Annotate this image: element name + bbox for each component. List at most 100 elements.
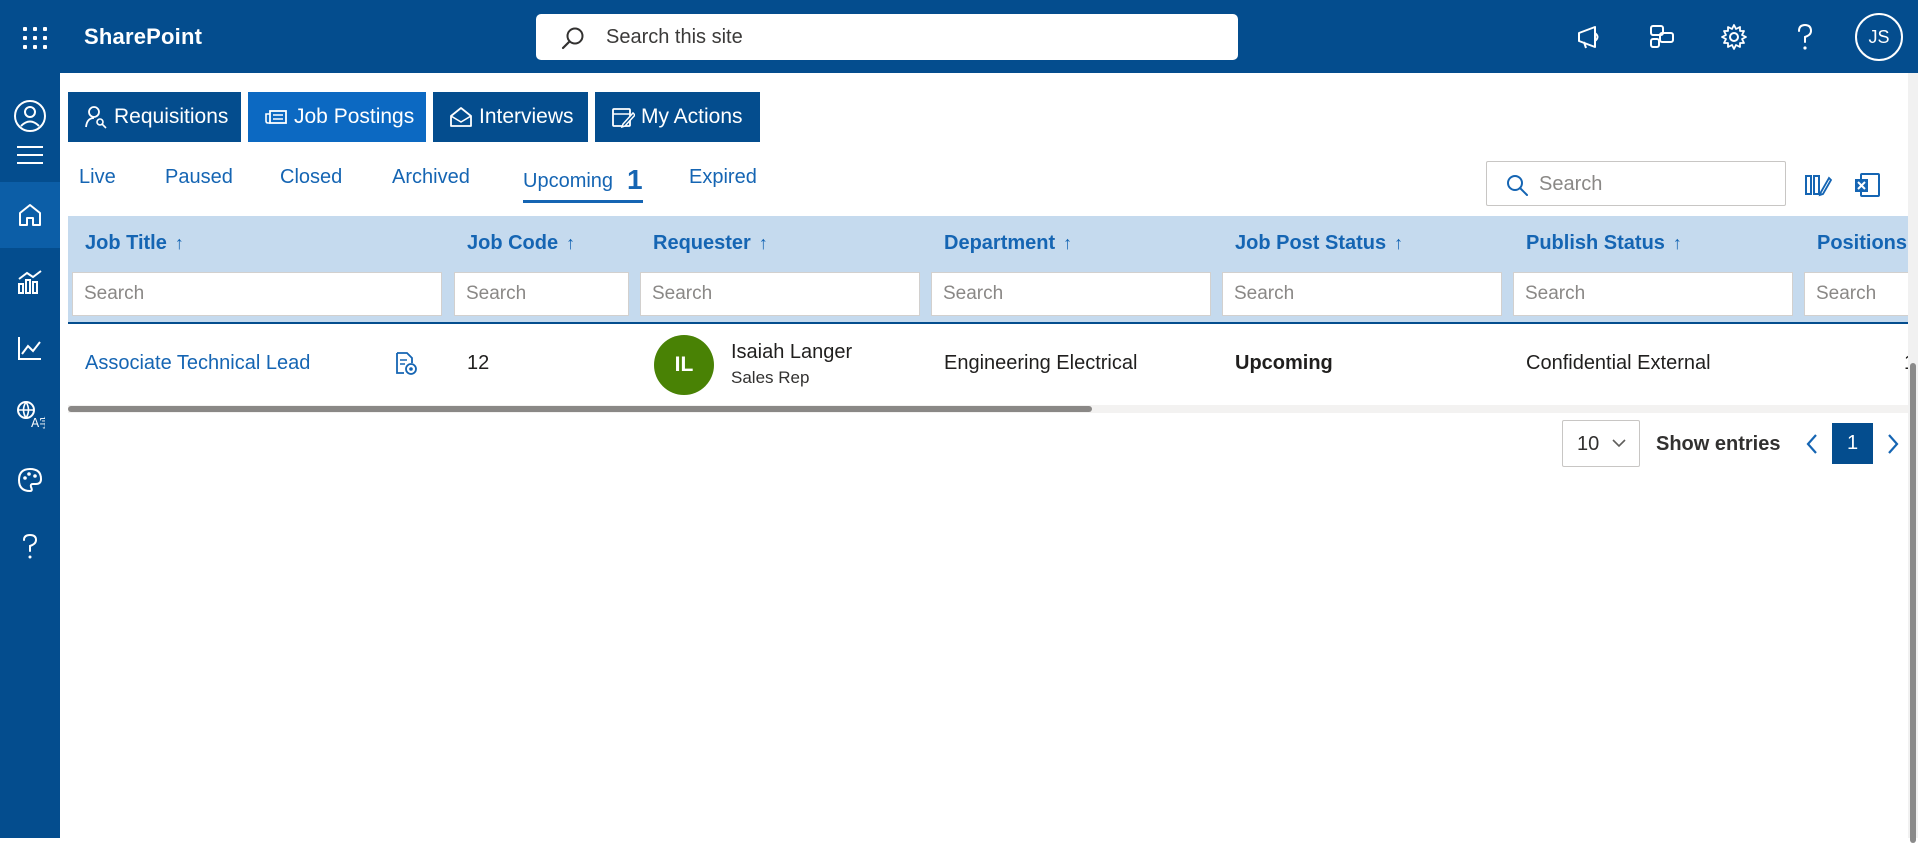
forum-icon[interactable] bbox=[1647, 22, 1677, 52]
column-header-publish-status-label: Publish Status bbox=[1526, 232, 1665, 254]
palette-icon[interactable] bbox=[12, 462, 48, 498]
search-icon bbox=[561, 27, 584, 50]
tab-requisitions-label: Requisitions bbox=[114, 105, 229, 128]
requester-avatar: IL bbox=[654, 335, 714, 395]
column-header-job-post-status[interactable]: Job Post Status ↑ bbox=[1235, 232, 1403, 255]
sort-arrow-icon: ↑ bbox=[1672, 233, 1682, 253]
column-header-job-title[interactable]: Job Title ↑ bbox=[85, 232, 184, 255]
subtab-archived[interactable]: Archived bbox=[392, 166, 470, 189]
publish-status-filter-input[interactable] bbox=[1514, 273, 1792, 315]
department-value: Engineering Electrical bbox=[944, 352, 1138, 374]
gear-icon[interactable] bbox=[1719, 22, 1749, 52]
column-header-requester-label: Requester bbox=[653, 232, 751, 254]
job-post-status-filter[interactable] bbox=[1222, 272, 1502, 316]
waffle-icon[interactable] bbox=[20, 24, 50, 51]
positions-filter-input[interactable] bbox=[1805, 273, 1908, 315]
site-search-box[interactable] bbox=[536, 14, 1238, 60]
table-row[interactable]: Associate Technical Lead 12 IL Isaiah La… bbox=[68, 324, 1908, 404]
column-header-positions[interactable]: Positions bbox=[1817, 232, 1907, 255]
table-header: Job Title ↑ Job Code ↑ Requester ↑ Departme… bbox=[68, 216, 1908, 322]
menu-icon[interactable] bbox=[12, 137, 48, 173]
left-rail: A字 bbox=[0, 73, 60, 838]
mail-open-icon bbox=[450, 107, 472, 127]
page-size-value: 10 bbox=[1577, 433, 1600, 455]
line-chart-icon[interactable] bbox=[12, 330, 48, 366]
column-header-department[interactable]: Department ↑ bbox=[944, 232, 1072, 255]
job-code-filter[interactable] bbox=[454, 272, 629, 316]
publish-status-filter[interactable] bbox=[1513, 272, 1793, 316]
requester-filter-input[interactable] bbox=[641, 273, 919, 315]
department-filter-input[interactable] bbox=[932, 273, 1210, 315]
news-icon bbox=[265, 110, 287, 124]
calendar-edit-icon bbox=[612, 108, 635, 129]
table-horizontal-scrollbar[interactable] bbox=[68, 405, 1908, 413]
tab-interviews-label: Interviews bbox=[479, 105, 574, 128]
sort-arrow-icon: ↑ bbox=[1394, 233, 1404, 253]
tab-job-postings[interactable]: Job Postings bbox=[248, 92, 426, 142]
subtab-upcoming[interactable]: Upcoming 1 bbox=[523, 162, 643, 203]
positions-value: 1 bbox=[1904, 352, 1908, 375]
analytics-icon[interactable] bbox=[12, 264, 48, 300]
sort-arrow-icon: ↑ bbox=[1063, 233, 1073, 253]
subtab-upcoming-count: 1 bbox=[627, 164, 643, 195]
tab-my-actions-label: My Actions bbox=[641, 105, 743, 128]
requester-name: Isaiah Langer bbox=[731, 341, 853, 363]
tab-job-postings-label: Job Postings bbox=[294, 105, 415, 128]
page-scrollbar-thumb[interactable] bbox=[1910, 363, 1916, 843]
page-button-current[interactable]: 1 bbox=[1832, 423, 1873, 464]
home-icon[interactable] bbox=[12, 197, 48, 233]
translate-icon[interactable]: A字 bbox=[12, 396, 48, 432]
job-post-status-value: Upcoming bbox=[1235, 352, 1333, 374]
chevron-down-icon bbox=[1612, 439, 1626, 448]
help-icon[interactable] bbox=[12, 528, 48, 564]
excel-export-icon[interactable] bbox=[1852, 170, 1882, 200]
publish-status-value: Confidential External bbox=[1526, 352, 1711, 374]
job-title-filter[interactable] bbox=[72, 272, 442, 316]
grid-search-box[interactable] bbox=[1486, 161, 1786, 206]
profile-icon[interactable] bbox=[12, 98, 48, 134]
chevron-left-icon[interactable] bbox=[1800, 430, 1824, 458]
user-avatar[interactable]: JS bbox=[1855, 13, 1903, 61]
grid-search-input[interactable] bbox=[1539, 171, 1769, 197]
column-header-job-code-label: Job Code bbox=[467, 232, 559, 254]
page-size-dropdown[interactable]: 10 bbox=[1562, 420, 1640, 467]
search-icon bbox=[1507, 175, 1528, 196]
chevron-right-icon[interactable] bbox=[1881, 430, 1905, 458]
table-scrollbar-thumb[interactable] bbox=[68, 406, 1092, 412]
subtab-closed[interactable]: Closed bbox=[280, 166, 342, 189]
subtab-live[interactable]: Live bbox=[79, 166, 116, 189]
column-header-department-label: Department bbox=[944, 232, 1056, 254]
column-header-publish-status[interactable]: Publish Status ↑ bbox=[1526, 232, 1682, 255]
show-entries-label: Show entries bbox=[1656, 433, 1781, 455]
document-preview-icon[interactable] bbox=[393, 351, 419, 377]
svg-text:A字: A字 bbox=[31, 415, 45, 429]
app-brand[interactable]: SharePoint bbox=[84, 24, 202, 50]
tab-my-actions[interactable]: My Actions bbox=[595, 92, 760, 142]
job-post-status-filter-input[interactable] bbox=[1223, 273, 1501, 315]
job-title-filter-input[interactable] bbox=[73, 273, 441, 315]
column-options-icon[interactable] bbox=[1803, 170, 1833, 200]
site-search-input[interactable] bbox=[606, 23, 1206, 51]
department-filter[interactable] bbox=[931, 272, 1211, 316]
job-code-filter-input[interactable] bbox=[455, 273, 628, 315]
requester-filter[interactable] bbox=[640, 272, 920, 316]
person-search-icon bbox=[85, 106, 107, 129]
positions-filter[interactable] bbox=[1804, 272, 1908, 316]
suite-bar: SharePoint JS bbox=[0, 0, 1918, 73]
tab-requisitions[interactable]: Requisitions bbox=[68, 92, 241, 142]
subtab-paused[interactable]: Paused bbox=[165, 166, 233, 189]
sort-arrow-icon: ↑ bbox=[174, 233, 184, 253]
help-icon[interactable] bbox=[1790, 22, 1820, 52]
subtab-upcoming-label: Upcoming bbox=[523, 170, 614, 192]
column-header-positions-label: Positions bbox=[1817, 232, 1908, 254]
column-header-job-code[interactable]: Job Code ↑ bbox=[467, 232, 575, 255]
job-title-link[interactable]: Associate Technical Lead bbox=[85, 352, 310, 375]
sort-arrow-icon: ↑ bbox=[758, 233, 768, 253]
tab-interviews[interactable]: Interviews bbox=[433, 92, 588, 142]
column-header-requester[interactable]: Requester ↑ bbox=[653, 232, 768, 255]
subtab-expired[interactable]: Expired bbox=[689, 166, 757, 189]
requester-role: Sales Rep bbox=[731, 368, 810, 387]
column-header-job-post-status-label: Job Post Status bbox=[1235, 232, 1387, 254]
page-scrollbar[interactable] bbox=[1908, 73, 1918, 843]
megaphone-icon[interactable] bbox=[1575, 22, 1605, 52]
